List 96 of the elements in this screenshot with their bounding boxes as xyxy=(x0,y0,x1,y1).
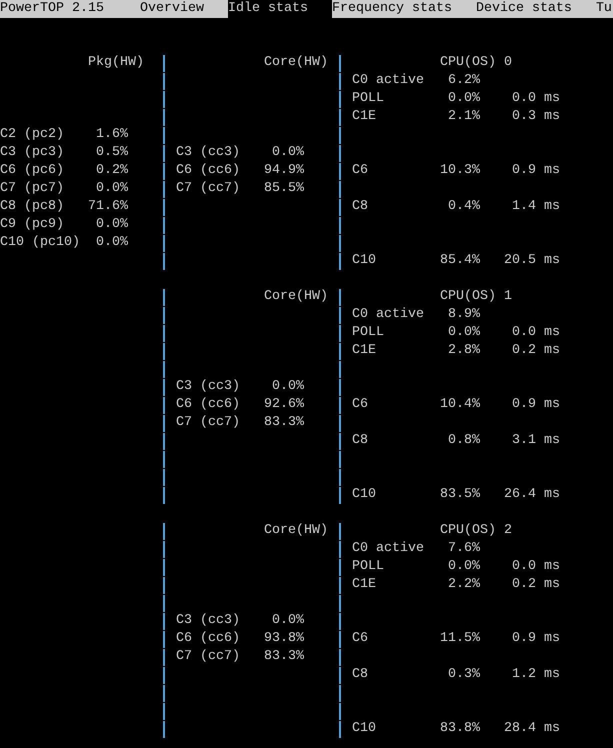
state-name: C7 (cc7) xyxy=(176,180,240,198)
state-name: C3 (cc3) xyxy=(176,144,240,162)
residency-percent: 83.3% xyxy=(264,648,304,666)
residency-percent: 0.4% xyxy=(448,198,480,216)
state-name: C0 active xyxy=(352,306,424,324)
state-name: C2 (pc2) xyxy=(0,126,64,144)
residency-percent: 10.3% xyxy=(440,162,480,180)
average-time: 1.2 ms xyxy=(512,666,560,684)
residency-percent: 11.5% xyxy=(440,630,480,648)
app-title: PowerTOP 2.15 xyxy=(0,0,104,18)
residency-percent: 0.0% xyxy=(272,144,304,162)
average-time: 0.9 ms xyxy=(512,162,560,180)
residency-percent: 6.2% xyxy=(448,72,480,90)
column-header: Pkg(HW) xyxy=(88,54,144,72)
residency-percent: 7.6% xyxy=(448,540,480,558)
residency-percent: 0.0% xyxy=(96,180,128,198)
average-time: 0.0 ms xyxy=(512,90,560,108)
residency-percent: 8.9% xyxy=(448,306,480,324)
state-name: C8 xyxy=(352,198,368,216)
column-header: Core(HW) xyxy=(264,288,328,306)
average-time: 26.4 ms xyxy=(504,486,560,504)
average-time: 0.3 ms xyxy=(512,108,560,126)
average-time: 0.2 ms xyxy=(512,576,560,594)
average-time: 0.0 ms xyxy=(512,558,560,576)
average-time: 0.9 ms xyxy=(512,396,560,414)
tab[interactable]: Frequency stats xyxy=(332,0,476,18)
tab[interactable]: Device stats xyxy=(476,0,596,18)
state-name: C10 xyxy=(352,486,376,504)
state-name: C6 (cc6) xyxy=(176,396,240,414)
column-header: CPU(OS) 1 xyxy=(440,289,512,304)
residency-percent: 0.0% xyxy=(448,558,480,576)
state-name: C10 (pc10) xyxy=(0,234,80,252)
column-header: CPU(OS) 0 xyxy=(440,55,512,70)
residency-percent: 83.3% xyxy=(264,414,304,432)
state-name: C3 (cc3) xyxy=(176,378,240,396)
residency-percent: 0.5% xyxy=(96,144,128,162)
state-name: C3 (cc3) xyxy=(176,612,240,630)
state-name: C6 (cc6) xyxy=(176,630,240,648)
residency-percent: 83.8% xyxy=(440,720,480,738)
state-name: C1E xyxy=(352,108,376,126)
residency-percent: 2.2% xyxy=(448,576,480,594)
column-header: Core(HW) xyxy=(264,54,328,72)
average-time: 3.1 ms xyxy=(512,432,560,450)
state-name: POLL xyxy=(352,90,384,108)
state-name: POLL xyxy=(352,558,384,576)
average-time: 20.5 ms xyxy=(504,252,560,270)
state-name: C8 xyxy=(352,432,368,450)
tab[interactable]: Tu xyxy=(596,0,612,18)
state-name: C6 xyxy=(352,396,368,414)
state-name: C7 (pc7) xyxy=(0,180,64,198)
state-name: POLL xyxy=(352,324,384,342)
residency-percent: 2.1% xyxy=(448,108,480,126)
tab[interactable]: Idle stats xyxy=(228,0,332,18)
state-name: C7 (cc7) xyxy=(176,414,240,432)
state-name: C10 xyxy=(352,252,376,270)
average-time: 1.4 ms xyxy=(512,198,560,216)
state-name: C6 (cc6) xyxy=(176,162,240,180)
state-name: C3 (pc3) xyxy=(0,144,64,162)
residency-percent: 1.6% xyxy=(96,126,128,144)
residency-percent: 92.6% xyxy=(264,396,304,414)
state-name: C0 active xyxy=(352,540,424,558)
state-name: C8 (pc8) xyxy=(0,198,64,216)
tab[interactable]: Overview xyxy=(140,0,228,18)
column-header: CPU(OS) 2 xyxy=(440,523,512,538)
residency-percent: 0.0% xyxy=(96,234,128,252)
residency-percent: 0.0% xyxy=(272,378,304,396)
state-name: C1E xyxy=(352,576,376,594)
state-name: C6 xyxy=(352,630,368,648)
residency-percent: 85.5% xyxy=(264,180,304,198)
residency-percent: 10.4% xyxy=(440,396,480,414)
residency-percent: 71.6% xyxy=(88,198,128,216)
state-name: C6 (pc6) xyxy=(0,162,64,180)
residency-percent: 0.0% xyxy=(272,612,304,630)
state-name: C10 xyxy=(352,720,376,738)
column-header: Core(HW) xyxy=(264,522,328,540)
state-name: C6 xyxy=(352,162,368,180)
state-name: C9 (pc9) xyxy=(0,216,64,234)
state-name: C8 xyxy=(352,666,368,684)
residency-percent: 94.9% xyxy=(264,162,304,180)
average-time: 0.9 ms xyxy=(512,630,560,648)
residency-percent: 0.2% xyxy=(96,162,128,180)
state-name: C7 (cc7) xyxy=(176,648,240,666)
residency-percent: 0.8% xyxy=(448,432,480,450)
residency-percent: 85.4% xyxy=(440,252,480,270)
residency-percent: 0.0% xyxy=(448,90,480,108)
residency-percent: 83.5% xyxy=(440,486,480,504)
state-name: C0 active xyxy=(352,72,424,90)
state-name: C1E xyxy=(352,342,376,360)
residency-percent: 0.0% xyxy=(448,324,480,342)
residency-percent: 0.0% xyxy=(96,216,128,234)
residency-percent: 0.3% xyxy=(448,666,480,684)
average-time: 28.4 ms xyxy=(504,720,560,738)
average-time: 0.2 ms xyxy=(512,342,560,360)
residency-percent: 93.8% xyxy=(264,630,304,648)
average-time: 0.0 ms xyxy=(512,324,560,342)
residency-percent: 2.8% xyxy=(448,342,480,360)
